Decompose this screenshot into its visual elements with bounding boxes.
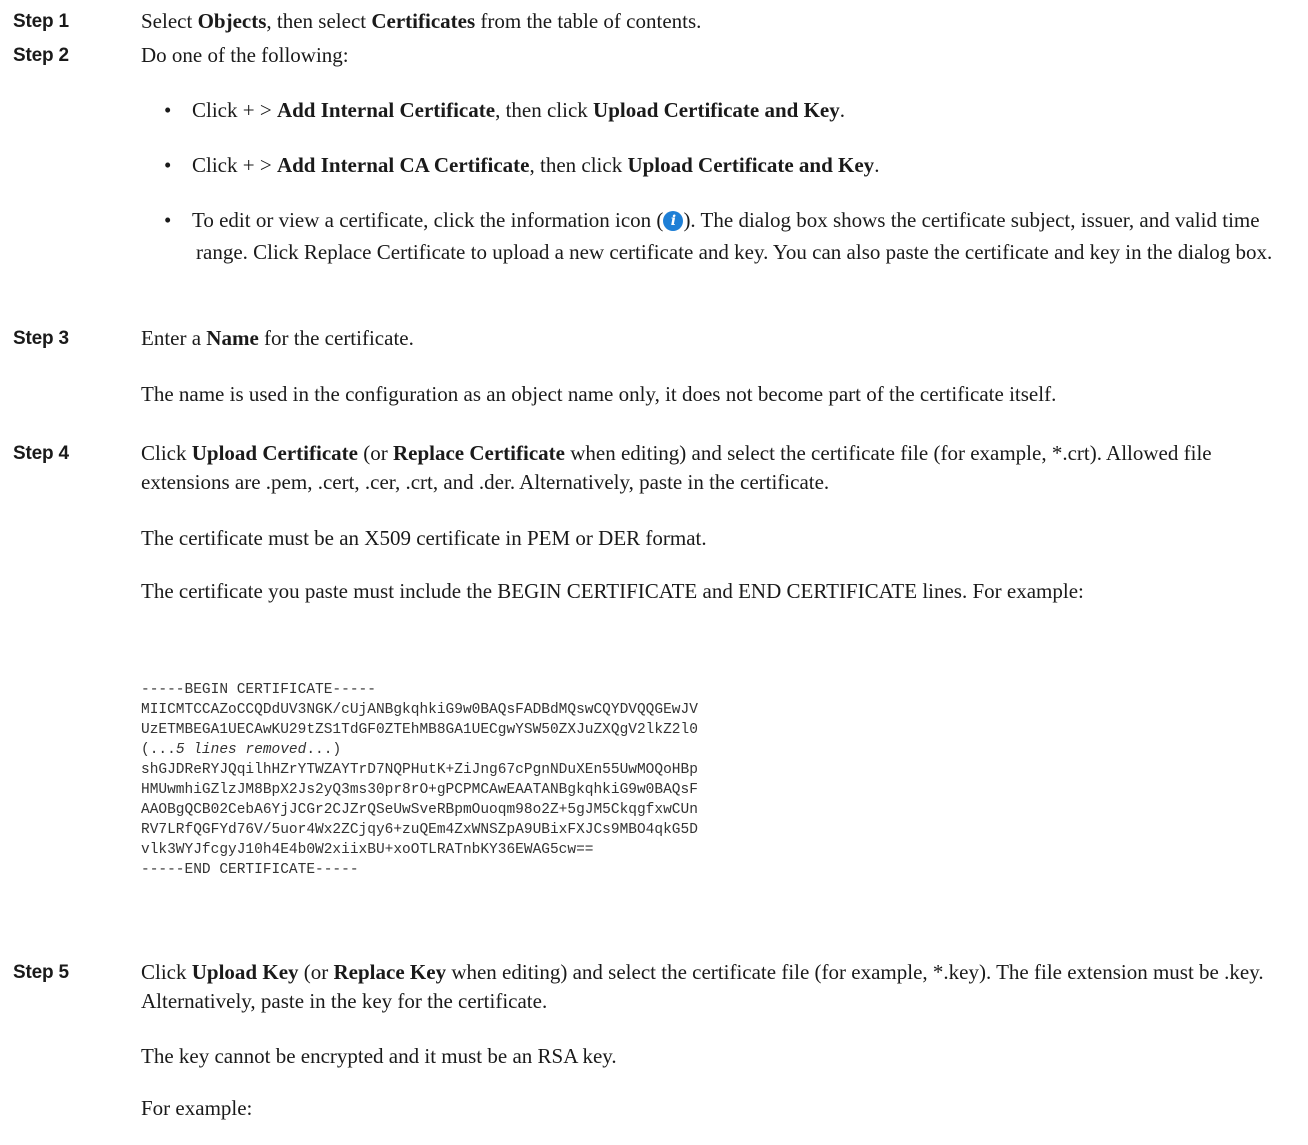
step-3-note: The name is used in the configuration as… — [141, 382, 1057, 406]
text-run: Click + > — [192, 153, 277, 177]
step-3-text: Enter a Name for the certificate. — [141, 324, 1301, 353]
step-2-label: Step 2 — [13, 45, 69, 66]
step-5-para-example: For example: — [141, 1096, 253, 1120]
text-run: (or — [298, 960, 334, 984]
step-4-text: Click Upload Certificate (or Replace Cer… — [141, 439, 1301, 497]
document-page: Step 1 Select Objects, then select Certi… — [0, 0, 1308, 1145]
bold-objects: Objects — [197, 9, 267, 33]
bold-name: Name — [206, 326, 259, 350]
text-run: for the certificate. — [258, 326, 414, 350]
bold-run: Upload Certificate — [191, 441, 358, 465]
info-icon[interactable]: i — [663, 211, 684, 231]
step-4-para-paste: The certificate you paste must include t… — [141, 579, 1084, 603]
list-item: • Click + > Add Internal CA Certificate, … — [164, 151, 1305, 180]
text-run: ...) — [306, 742, 342, 758]
text-run: Select — [141, 9, 198, 33]
code-line: HMUwmhiGZlzJM8BpX2Js2yQ3ms30pr8rO+gPCPMC… — [141, 782, 698, 798]
code-line-removed: (...5 lines removed...) — [141, 742, 341, 758]
certificate-code-block: -----BEGIN CERTIFICATE----- MIICMTCCAZoC… — [141, 680, 698, 880]
code-line: -----BEGIN CERTIFICATE----- — [141, 682, 376, 698]
text-run: , then click — [495, 98, 594, 122]
bold-run: Upload Certificate and Key — [593, 98, 840, 122]
text-run: . — [839, 98, 846, 122]
bullet-dot: • — [164, 153, 172, 177]
text-run: (or — [357, 441, 393, 465]
step-4-para-format: The certificate must be an X509 certific… — [141, 526, 707, 550]
text-run: Enter a — [141, 326, 207, 350]
code-line: shGJDReRYJQqilhHZrYTWZAYTrD7NQPHutK+ZiJn… — [141, 762, 698, 778]
text-run: from the table of contents. — [475, 9, 702, 33]
step-3-label: Step 3 — [13, 328, 69, 349]
bullet-dot: • — [164, 98, 172, 122]
list-item: • To edit or view a certificate, click th… — [164, 205, 1305, 269]
text-run: Click — [141, 441, 192, 465]
text-run: Click — [141, 960, 192, 984]
step-1-label: Step 1 — [13, 11, 69, 32]
text-run: Click + > — [192, 98, 277, 122]
italic-run: 5 lines removed — [175, 742, 307, 758]
code-line: RV7LRfQGFYd76V/5uor4Wx2ZCjqy6+zuQEm4ZxWN… — [141, 822, 698, 838]
bold-run: Add Internal Certificate — [276, 98, 496, 122]
step-5-label: Step 5 — [13, 962, 69, 983]
bold-run: Replace Certificate — [392, 441, 565, 465]
code-line: MIICMTCCAZoCCQDdUV3NGK/cUjANBgkqhkiG9w0B… — [141, 702, 698, 718]
step-4-label: Step 4 — [13, 443, 69, 464]
text-run: . — [874, 153, 880, 177]
step-2-text: Do one of the following: — [141, 43, 349, 67]
text-run: (... — [141, 742, 176, 758]
bold-run: Upload Certificate and Key — [627, 153, 875, 177]
list-item: • Click + > Add Internal Certificate, the… — [164, 96, 1305, 125]
bold-run: Replace Key — [333, 960, 447, 984]
code-line: UzETMBEGA1UECAwKU29tZS1TdGF0ZTEhMB8GA1UE… — [141, 722, 698, 738]
text-run: To edit or view a certificate, click the… — [192, 208, 664, 232]
code-line: -----END CERTIFICATE----- — [141, 862, 359, 878]
text-run: , then click — [529, 153, 628, 177]
bold-certificates: Certificates — [371, 9, 476, 33]
bold-run: Add Internal CA Certificate — [276, 153, 530, 177]
step-5-text: Click Upload Key (or Replace Key when ed… — [141, 958, 1301, 1016]
step-1-text: Select Objects, then select Certificates… — [141, 7, 1301, 36]
text-run: , then select — [266, 9, 372, 33]
step-5-para-rsa: The key cannot be encrypted and it must … — [141, 1044, 617, 1068]
code-line: vlk3WYJfcgyJ10h4E4b0W2xiixBU+xoOTLRATnbK… — [141, 842, 594, 858]
bullet-dot: • — [164, 208, 172, 232]
code-line: AAOBgQCB02CebA6YjJCGr2CJZrQSeUwSveRBpmOu… — [141, 802, 698, 818]
bold-run: Upload Key — [191, 960, 299, 984]
